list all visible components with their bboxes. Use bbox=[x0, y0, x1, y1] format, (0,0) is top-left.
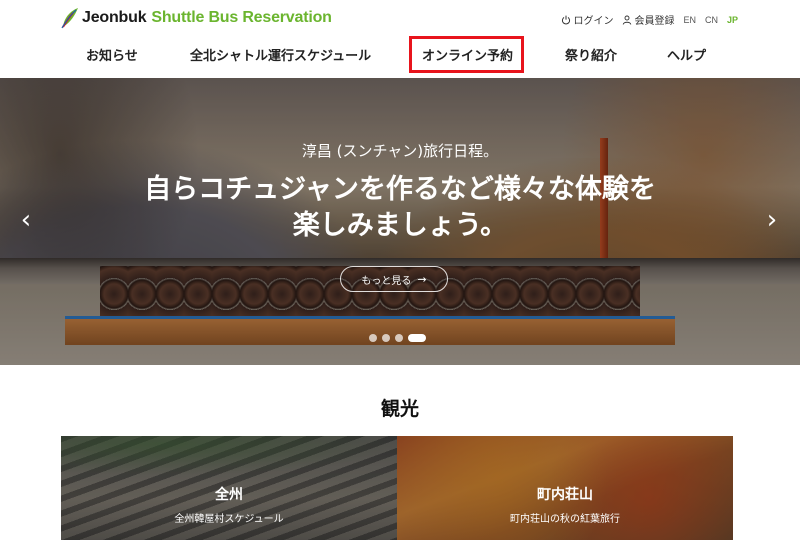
card-title: 町内荘山 bbox=[537, 487, 593, 503]
nav-online-reservation[interactable]: オンライン予約 bbox=[422, 45, 513, 64]
slider-pagination bbox=[369, 334, 431, 342]
signup-label: 会員登録 bbox=[634, 16, 675, 27]
brand-name-secondary: Shuttle Bus Reservation bbox=[151, 9, 332, 26]
site-logo[interactable]: Jeonbuk Shuttle Bus Reservation bbox=[60, 7, 332, 29]
nav-notices[interactable]: お知らせ bbox=[86, 45, 138, 64]
arrow-right-icon: → bbox=[417, 272, 427, 286]
tourism-section-title: 観光 bbox=[380, 398, 419, 420]
brand-name-primary: Jeonbuk bbox=[82, 9, 147, 26]
chevron-right-icon[interactable]: › bbox=[762, 206, 782, 234]
hero-headline-line1: 自らコチュジャンを作るなど様々な体験を bbox=[144, 174, 656, 205]
hero-banner: 淳昌 (スンチャン)旅行日程。 自らコチュジャンを作るなど様々な体験を 楽しみま… bbox=[0, 78, 800, 365]
hero-headline: 自らコチュジャンを作るなど様々な体験を 楽しみましょう。 bbox=[0, 172, 800, 244]
lang-en[interactable]: EN bbox=[683, 15, 696, 25]
slide-dot-4[interactable] bbox=[408, 334, 426, 342]
site-header: Jeonbuk Shuttle Bus Reservation ログイン 会員登… bbox=[0, 0, 800, 78]
hero-headline-line2: 楽しみましょう。 bbox=[292, 210, 508, 241]
tourism-card-naejangsan[interactable]: 町内荘山 町内荘山の秋の紅葉旅行 bbox=[397, 436, 733, 540]
card-subtitle: 町内荘山の秋の紅葉旅行 bbox=[510, 514, 620, 525]
slide-dot-3[interactable] bbox=[395, 334, 403, 342]
hero-subtitle: 淳昌 (スンチャン)旅行日程。 bbox=[301, 142, 499, 160]
user-icon bbox=[623, 15, 632, 25]
login-label: ログイン bbox=[573, 16, 614, 27]
leaf-logo-icon bbox=[61, 8, 78, 29]
more-button-label: もっと見る bbox=[361, 275, 412, 287]
chevron-left-icon[interactable]: ‹ bbox=[16, 206, 36, 234]
signup-link[interactable]: 会員登録 bbox=[622, 12, 674, 27]
tourism-cards: 全州 全州韓屋村スケジュール 町内荘山 町内荘山の秋の紅葉旅行 bbox=[61, 436, 733, 540]
slide-dot-2[interactable] bbox=[382, 334, 390, 342]
nav-festival-intro[interactable]: 祭り紹介 bbox=[565, 45, 617, 64]
main-navigation: お知らせ 全北シャトル運行スケジュール オンライン予約 祭り紹介 ヘルプ bbox=[0, 36, 800, 74]
nav-help[interactable]: ヘルプ bbox=[667, 45, 706, 64]
more-button[interactable]: もっと見る → bbox=[340, 266, 448, 292]
login-link[interactable]: ログイン bbox=[561, 12, 613, 27]
card-title: 全州 bbox=[215, 487, 243, 503]
tourism-card-jeonju[interactable]: 全州 全州韓屋村スケジュール bbox=[61, 436, 397, 540]
lang-cn[interactable]: CN bbox=[705, 15, 718, 25]
nav-shuttle-schedule[interactable]: 全北シャトル運行スケジュール bbox=[190, 45, 371, 64]
slide-dot-1[interactable] bbox=[369, 334, 377, 342]
card-subtitle: 全州韓屋村スケジュール bbox=[174, 514, 284, 525]
lang-jp[interactable]: JP bbox=[727, 15, 738, 25]
power-icon bbox=[562, 15, 571, 24]
utility-menu: ログイン 会員登録 EN CN JP bbox=[552, 12, 738, 27]
